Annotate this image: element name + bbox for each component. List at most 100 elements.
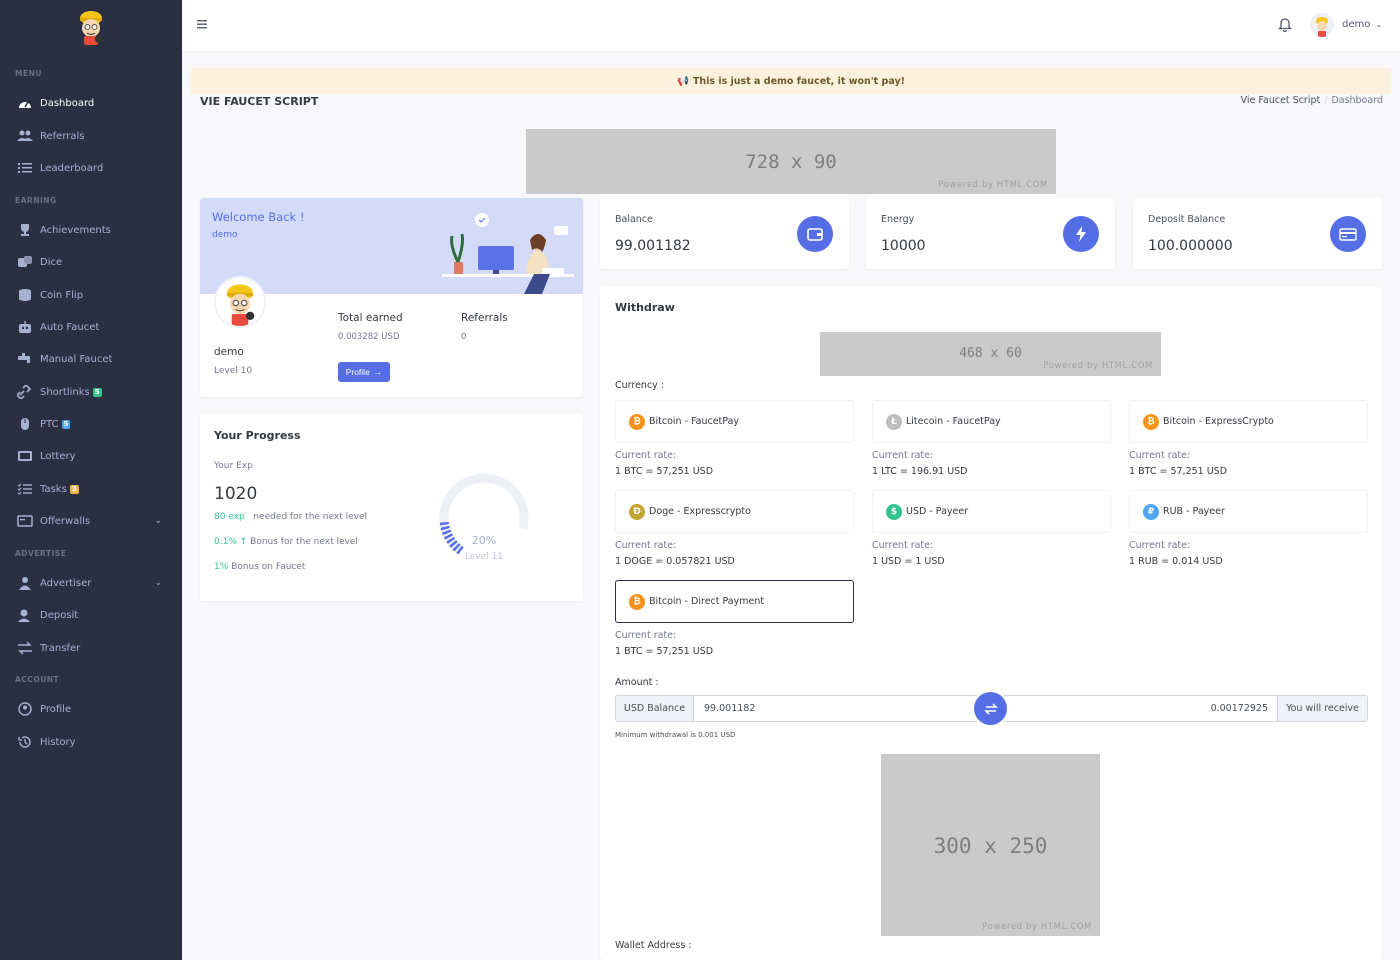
sidebar-item-label: Lottery — [40, 450, 76, 462]
page-title: VIE FAUCET SCRIPT — [200, 95, 319, 108]
wallet-address-label: Wallet Address : — [615, 940, 692, 951]
earning-section-title: EARNING — [15, 196, 57, 205]
user-menu-toggle[interactable]: demo ⌄ — [1342, 19, 1382, 30]
sidebar-item-lottery[interactable]: Lottery — [0, 443, 182, 469]
ptc-badge: 5 — [61, 419, 71, 429]
needed-exp-text: needed for the next level — [253, 512, 367, 522]
window-icon — [17, 514, 33, 528]
sidebar-item-referrals[interactable]: Referrals — [0, 123, 182, 149]
sidebar-item-achievements[interactable]: Achievements — [0, 217, 182, 243]
bell-icon[interactable] — [1277, 16, 1293, 33]
transfer-icon — [17, 641, 33, 655]
trophy-icon — [17, 223, 33, 237]
sidebar-item-coin-flip[interactable]: Coin Flip — [0, 282, 182, 308]
withdraw-card: Withdraw 468 x 60 Powered by HTML.COM Cu… — [600, 287, 1382, 960]
avatar — [214, 276, 266, 328]
currency-option[interactable]: ₿ Bitcoin - ExpressCrypto — [1129, 400, 1368, 443]
currency-name: RUB - Payeer — [1163, 506, 1225, 517]
exp-value: 1020 — [214, 484, 258, 504]
rate-value: 1 DOGE = 0.057821 USD — [615, 556, 735, 567]
rate-label: Current rate: — [615, 450, 677, 461]
amount-input[interactable]: 99.001182 — [704, 703, 755, 714]
user-level: Level 10 — [214, 366, 253, 376]
sidebar-item-manual-faucet[interactable]: Manual Faucet — [0, 346, 182, 372]
ad-powered: Powered by HTML.COM — [982, 922, 1092, 932]
mouse-icon — [17, 417, 33, 431]
alert-text: This is just a demo faucet, it won't pay… — [692, 75, 905, 87]
profile-button[interactable]: Profile → — [338, 362, 390, 382]
currency-option[interactable]: $ USD - Payeer — [872, 490, 1111, 533]
sidebar-item-auto-faucet[interactable]: Auto Faucet — [0, 314, 182, 340]
sidebar-item-transfer[interactable]: Transfer — [0, 635, 182, 661]
exp-label: Your Exp — [214, 461, 253, 471]
chevron-down-icon: ⌄ — [154, 578, 162, 588]
coin-icon: ₿ — [629, 413, 645, 430]
sidebar-item-label: Dice — [40, 256, 63, 268]
breadcrumb-item[interactable]: Vie Faucet Script — [1241, 95, 1321, 106]
rate-value: 1 BTC = 57,251 USD — [615, 646, 714, 657]
swap-button[interactable] — [974, 692, 1007, 725]
sidebar-item-ptc[interactable]: PTC 5 — [0, 411, 182, 437]
coin-icon: $ — [886, 503, 902, 520]
sidebar-item-offerwalls[interactable]: Offerwalls ⌄ — [0, 508, 182, 534]
welcome-title: Welcome Back ! — [212, 210, 305, 224]
sidebar-item-profile[interactable]: Profile — [0, 696, 182, 722]
welcome-card: Welcome Back ! demo demo Level 10 Total … — [200, 198, 583, 397]
coin-icon: ₿ — [629, 593, 645, 610]
sidebar-item-advertiser[interactable]: Advertiser ⌄ — [0, 570, 182, 596]
amount-label: Amount : — [615, 677, 659, 688]
needed-exp-value: 80 exp — [214, 512, 245, 522]
sidebar-item-label: Manual Faucet — [40, 353, 113, 365]
account-section-title: ACCOUNT — [15, 675, 60, 684]
currency-name: Bitcoin - ExpressCrypto — [1163, 416, 1274, 427]
rate-label: Current rate: — [1129, 540, 1191, 551]
sidebar-item-tasks[interactable]: Tasks 3 — [0, 476, 182, 502]
sidebar-item-label: Transfer — [40, 642, 81, 654]
bonus-next-value: 0.1% — [214, 537, 237, 547]
link-icon — [17, 385, 33, 399]
arrow-right-icon: → — [373, 367, 383, 377]
sidebar-item-dice[interactable]: Dice — [0, 249, 182, 275]
sidebar-item-label: Deposit — [40, 609, 79, 621]
hamburger-menu-icon[interactable] — [196, 17, 208, 31]
currency-option[interactable]: ₿ Bitcoin - FaucetPay — [615, 400, 854, 443]
sidebar-item-label: History — [40, 736, 76, 748]
sidebar-item-dashboard[interactable]: Dashboard — [0, 90, 182, 116]
menu-section-title: MENU — [15, 69, 42, 78]
megaphone-icon: 📢 — [677, 75, 689, 87]
ad-banner-bottom[interactable]: 300 x 250 Powered by HTML.COM — [881, 754, 1100, 936]
sidebar-item-shortlinks[interactable]: Shortlinks 5 — [0, 379, 182, 405]
sidebar-item-label: Profile — [40, 703, 72, 715]
robot-icon — [17, 320, 33, 334]
sidebar: MENU Dashboard Referrals Leaderboard EAR… — [0, 0, 182, 960]
referrals-value: 0 — [461, 332, 467, 342]
ticket-icon — [17, 449, 33, 463]
you-will-receive-addon: You will receive — [1277, 696, 1367, 721]
sidebar-item-label: PTC — [40, 418, 59, 430]
sidebar-item-deposit[interactable]: Deposit — [0, 602, 182, 628]
currency-option[interactable]: Ð Doge - Expresscrypto — [615, 490, 854, 533]
rate-label: Current rate: — [872, 540, 934, 551]
topbar: demo ⌄ — [182, 0, 1400, 51]
bolt-icon — [1063, 216, 1099, 252]
avatar[interactable] — [1310, 13, 1334, 37]
ad-size: 728 x 90 — [745, 151, 837, 173]
coin-icon: ₽ — [1143, 503, 1159, 520]
minimum-withdrawal-note: Minimum withdrawal is 0.001 USD — [615, 731, 736, 739]
currency-option[interactable]: Ł Litecoin - FaucetPay — [872, 400, 1111, 443]
sidebar-item-history[interactable]: History — [0, 729, 182, 755]
logo[interactable] — [72, 6, 110, 46]
ad-banner-withdraw[interactable]: 468 x 60 Powered by HTML.COM — [820, 332, 1161, 376]
chevron-down-icon: ⌄ — [1375, 20, 1383, 29]
total-earned-value: 0.003282 USD — [338, 332, 400, 342]
currency-option[interactable]: ₿ Bitcoin - Direct Payment — [615, 580, 854, 623]
sidebar-item-leaderboard[interactable]: Leaderboard — [0, 155, 182, 181]
ad-powered: Powered by HTML.COM — [938, 180, 1048, 190]
ad-size: 300 x 250 — [933, 834, 1048, 858]
currency-name: Litecoin - FaucetPay — [906, 416, 1001, 427]
ad-banner-top[interactable]: 728 x 90 Powered by HTML.COM — [526, 129, 1056, 194]
currency-option[interactable]: ₽ RUB - Payeer — [1129, 490, 1368, 533]
rate-value: 1 LTC = 196.91 USD — [872, 466, 968, 477]
user-name: demo — [1342, 19, 1371, 30]
receive-amount-field[interactable]: 0.00172925 — [1211, 703, 1268, 714]
